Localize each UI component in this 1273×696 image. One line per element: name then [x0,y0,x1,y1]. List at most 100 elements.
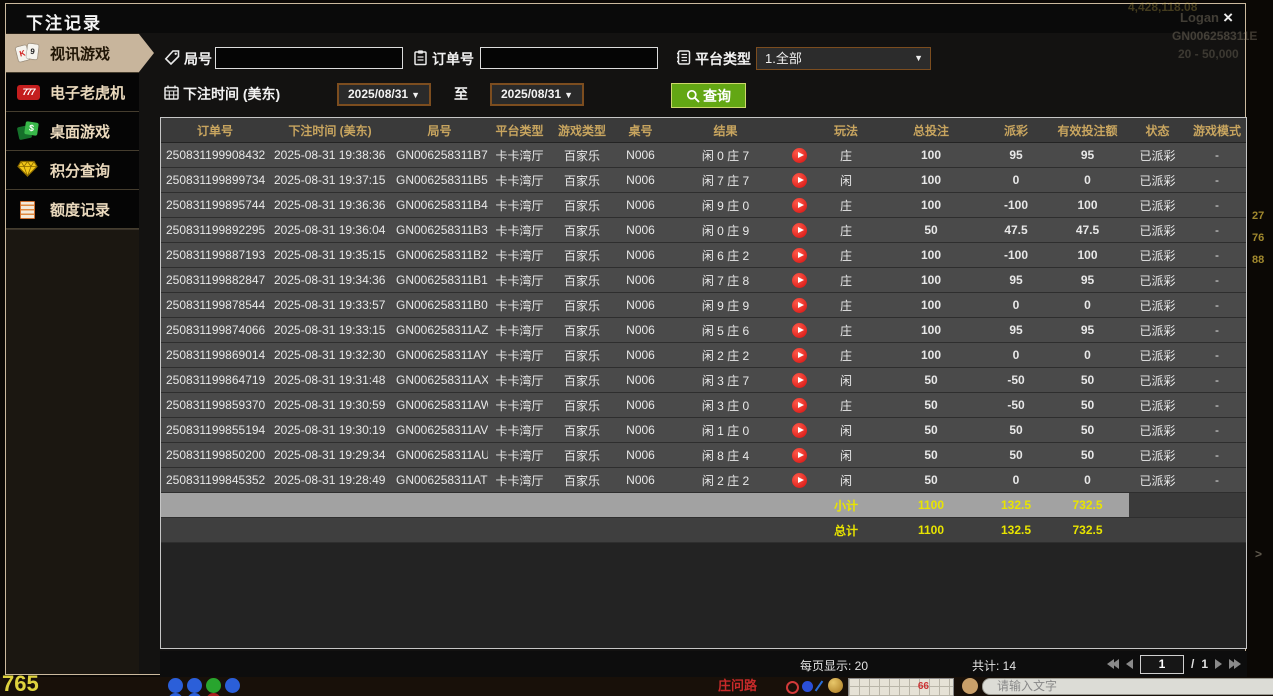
cell-platform: 卡卡湾厅 [488,368,551,393]
platform-type-select[interactable]: 1.全部 ▼ [756,47,931,70]
cell-valid: 47.5 [1046,218,1129,243]
subtotal-row-cell [161,493,269,518]
play-icon[interactable] [792,148,807,163]
cell-table: N006 [613,243,668,268]
cell-bet: 100 [876,268,986,293]
table-row: 2508311999084322025-08-31 19:38:36GN0062… [161,143,1247,168]
cell-status: 已派彩 [1129,143,1186,168]
cell-mode: - [1186,318,1247,343]
sidebar-item-video-cards[interactable]: K9视讯游戏 [6,34,139,73]
cell-play: 庄 [816,293,876,318]
cell-mode: - [1186,168,1247,193]
subtotal-row-cell [668,493,783,518]
col-header: 派彩 [986,118,1046,143]
cell-payout: -50 [986,393,1046,418]
cell-result: 闲 8 庄 4 [668,443,783,468]
sidebar-item-slot-machine[interactable]: 777电子老虎机 [6,73,139,112]
play-icon[interactable] [792,223,807,238]
cell-bet: 100 [876,143,986,168]
table-row: 2508311998647192025-08-31 19:31:48GN0062… [161,368,1247,393]
play-icon[interactable] [792,423,807,438]
table-row: 2508311998828472025-08-31 19:34:36GN0062… [161,268,1247,293]
cell-status: 已派彩 [1129,243,1186,268]
play-icon[interactable] [792,348,807,363]
play-icon[interactable] [792,273,807,288]
last-page-icon[interactable] [1229,659,1241,669]
play-icon[interactable] [792,448,807,463]
road-gold-chip-icon [828,678,843,693]
cell-time: 2025-08-31 19:29:34 [269,443,391,468]
total-row-cell [391,518,488,543]
play-icon[interactable] [792,473,807,488]
close-icon[interactable]: × [1223,9,1233,27]
total-row-cell [488,518,551,543]
table-row: 2508311998551942025-08-31 19:30:19GN0062… [161,418,1247,443]
play-icon[interactable] [792,398,807,413]
cell-order: 250831199850200 [161,443,269,468]
play-icon[interactable] [792,173,807,188]
table-games-icon: $ [17,121,41,141]
cell-status: 已派彩 [1129,418,1186,443]
cell-order: 250831199908432 [161,143,269,168]
cell-game: 百家乐 [551,418,613,443]
bead-icon [206,678,221,693]
next-page-icon[interactable] [1215,659,1222,669]
play-icon[interactable] [792,323,807,338]
col-header: 有效投注额 [1046,118,1129,143]
page-input[interactable]: 1 [1140,655,1184,674]
road-circle-solid-icon [802,681,813,692]
cell-round: GN006258311B0 [391,293,488,318]
cell-time: 2025-08-31 19:36:04 [269,218,391,243]
subtotal-row-cell [1129,493,1186,518]
sidebar-empty-area [6,229,139,674]
cell-order: 250831199878544 [161,293,269,318]
prev-page-icon[interactable] [1126,659,1133,669]
play-icon[interactable] [792,248,807,263]
cell-replay [783,268,816,293]
query-button-label: 查询 [703,86,731,106]
total-row-cell [551,518,613,543]
play-icon[interactable] [792,298,807,313]
cell-round: GN006258311B3 [391,218,488,243]
sidebar-item-label: 电子老虎机 [50,82,125,103]
tag-icon [164,49,181,66]
bead-icon [168,678,183,693]
cell-mode: - [1186,143,1247,168]
cell-time: 2025-08-31 19:30:59 [269,393,391,418]
date-from-picker[interactable]: 2025/08/31▼ [337,83,431,106]
bg-roadmap-grid: 66 [848,678,954,696]
cell-payout: 95 [986,143,1046,168]
sidebar-item-label: 额度记录 [50,199,110,220]
cell-round: GN006258311B7 [391,143,488,168]
date-to-picker[interactable]: 2025/08/31▼ [490,83,584,106]
cell-table: N006 [613,393,668,418]
play-icon[interactable] [792,198,807,213]
cell-bet: 100 [876,193,986,218]
cell-payout: 95 [986,268,1046,293]
sidebar-item-points-gem[interactable]: 积分查询 [6,151,139,190]
sidebar-item-quota-doc[interactable]: 额度记录 [6,190,139,229]
cell-round: GN006258311AU [391,443,488,468]
cell-status: 已派彩 [1129,293,1186,318]
cell-game: 百家乐 [551,443,613,468]
play-icon[interactable] [792,373,807,388]
col-header: 下注时间 (美东) [269,118,391,143]
first-page-icon[interactable] [1107,659,1119,669]
cell-play: 庄 [816,318,876,343]
cell-payout: 0 [986,293,1046,318]
cell-play: 庄 [816,268,876,293]
order-input[interactable] [480,47,658,69]
cell-mode: - [1186,368,1247,393]
chat-input[interactable]: 请输入文字 [982,678,1273,695]
playing-cards-icon: K9 [17,43,41,63]
round-input[interactable] [215,47,403,69]
cell-status: 已派彩 [1129,368,1186,393]
gem-icon [17,160,41,180]
sidebar-item-table-games[interactable]: $桌面游戏 [6,112,139,151]
col-header: 玩法 [816,118,876,143]
cell-platform: 卡卡湾厅 [488,268,551,293]
cell-game: 百家乐 [551,143,613,168]
query-button[interactable]: 查询 [671,83,746,108]
cell-payout: 47.5 [986,218,1046,243]
cell-replay [783,168,816,193]
